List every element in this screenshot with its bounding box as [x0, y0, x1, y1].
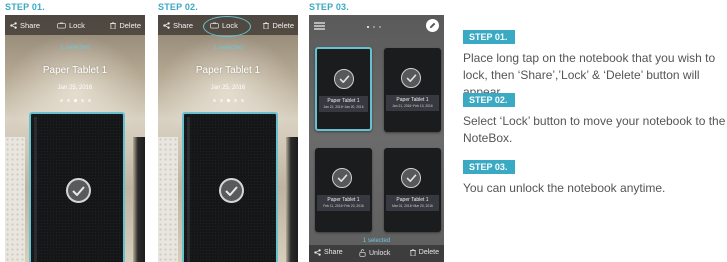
notebook-tile[interactable]: Paper Tablet 1 Jan 21, 2016~Jan 20, 2016	[315, 47, 372, 131]
step-badge: STEP 01.	[463, 30, 516, 44]
share-icon	[314, 249, 321, 256]
step-02-heading: STEP 02.	[158, 2, 198, 12]
selection-count: 1 selected	[213, 44, 243, 51]
share-label: Share	[173, 20, 194, 30]
instruction-text: You can unlock the notebook anytime.	[463, 181, 666, 195]
trash-icon	[110, 21, 117, 29]
delete-button[interactable]: Delete	[263, 21, 294, 30]
notebook-title: Paper Tablet 1	[195, 65, 261, 76]
action-toolbar: Share Lock Delete	[5, 15, 145, 35]
notebook-date: Jan 25, 2016	[57, 85, 93, 91]
unlock-label: Unlock	[369, 249, 391, 257]
notebook-tile[interactable]: Paper Tablet 1 Jan 21, 2016~Feb 10, 2016	[384, 48, 441, 132]
edit-button[interactable]	[426, 19, 439, 32]
tile-title: Paper Tablet 1	[396, 197, 429, 203]
delete-button[interactable]: Delete	[110, 21, 141, 30]
selection-count: 1 selected	[362, 238, 391, 244]
bottom-action-bar: Share Unlock Delete	[309, 245, 444, 262]
lock-highlight-ring	[203, 16, 251, 37]
adjacent-notebook-right[interactable]	[286, 137, 298, 262]
notebook-title: Paper Tablet 1	[42, 65, 108, 76]
checkmark-icon	[66, 178, 91, 203]
phone-screenshot-step-02: Share Lock Delete 1 selected Paper Table…	[158, 15, 298, 262]
share-button[interactable]: Share	[314, 249, 343, 256]
adjacent-notebook-right[interactable]	[133, 137, 145, 262]
delete-label: Delete	[272, 20, 294, 30]
page-indicator	[367, 26, 381, 28]
notebook-tile[interactable]: Paper Tablet 1 Feb 11, 2016~Feb 20, 2016	[315, 148, 372, 232]
menu-icon[interactable]	[314, 22, 325, 30]
pen-icon	[429, 22, 436, 29]
share-label: Share	[324, 249, 343, 256]
lock-button[interactable]: Lock	[57, 21, 85, 30]
tile-title: Paper Tablet 1	[327, 197, 360, 203]
selected-notebook[interactable]	[29, 112, 125, 262]
notebook-spine	[34, 117, 37, 262]
adjacent-notebook-left[interactable]	[5, 137, 25, 262]
tile-date: Mar 01, 2016~Mar 20, 2016	[392, 204, 433, 208]
tile-date: Jan 21, 2016~Jan 20, 2016	[323, 105, 364, 109]
lock-icon	[57, 22, 66, 28]
phone-screenshot-step-01: Share Lock Delete 1 selected Paper Table…	[5, 15, 145, 262]
notebook-tile[interactable]: Paper Tablet 1 Mar 01, 2016~Mar 20, 2016	[384, 148, 441, 232]
delete-label: Delete	[418, 249, 439, 256]
instruction-step-02: STEP 02. Select ‘Lock’ button to move yo…	[463, 90, 727, 147]
notebook-spine	[187, 117, 190, 262]
unlock-icon	[359, 249, 366, 257]
selected-notebook[interactable]	[182, 112, 278, 262]
tile-date: Feb 11, 2016~Feb 20, 2016	[323, 204, 364, 208]
page-indicator	[5, 99, 145, 102]
top-bar	[309, 15, 444, 37]
checkmark-icon	[401, 68, 421, 88]
instruction-text: Select ‘Lock’ button to move your notebo…	[463, 114, 726, 145]
instruction-step-03: STEP 03. You can unlock the notebook any…	[463, 157, 727, 197]
lock-label: Lock	[69, 20, 85, 30]
unlock-button[interactable]: Unlock	[359, 249, 390, 257]
trash-icon	[409, 249, 416, 256]
adjacent-notebook-left[interactable]	[158, 137, 178, 262]
checkmark-icon	[219, 178, 244, 203]
checkmark-icon	[332, 168, 352, 188]
step-badge: STEP 02.	[463, 93, 516, 107]
checkmark-icon	[334, 69, 354, 89]
step-badge: STEP 03.	[463, 160, 516, 174]
tile-title: Paper Tablet 1	[327, 98, 360, 104]
checkmark-icon	[401, 168, 421, 188]
share-button[interactable]: Share	[163, 21, 193, 30]
notebook-date: Jan 25, 2016	[210, 85, 246, 91]
tile-date: Jan 21, 2016~Feb 10, 2016	[392, 104, 433, 108]
step-03-heading: STEP 03.	[309, 2, 349, 12]
selection-count: 1 selected	[60, 44, 90, 51]
delete-label: Delete	[119, 20, 141, 30]
tile-title: Paper Tablet 1	[396, 97, 429, 103]
page-indicator	[158, 99, 298, 102]
share-icon	[163, 21, 170, 29]
phone-screenshot-step-03: Paper Tablet 1 Jan 21, 2016~Jan 20, 2016…	[309, 15, 444, 262]
share-button[interactable]: Share	[10, 21, 40, 30]
trash-icon	[263, 21, 270, 29]
delete-button[interactable]: Delete	[409, 249, 439, 256]
share-label: Share	[20, 20, 41, 30]
step-01-heading: STEP 01.	[5, 2, 45, 12]
share-icon	[10, 21, 17, 29]
